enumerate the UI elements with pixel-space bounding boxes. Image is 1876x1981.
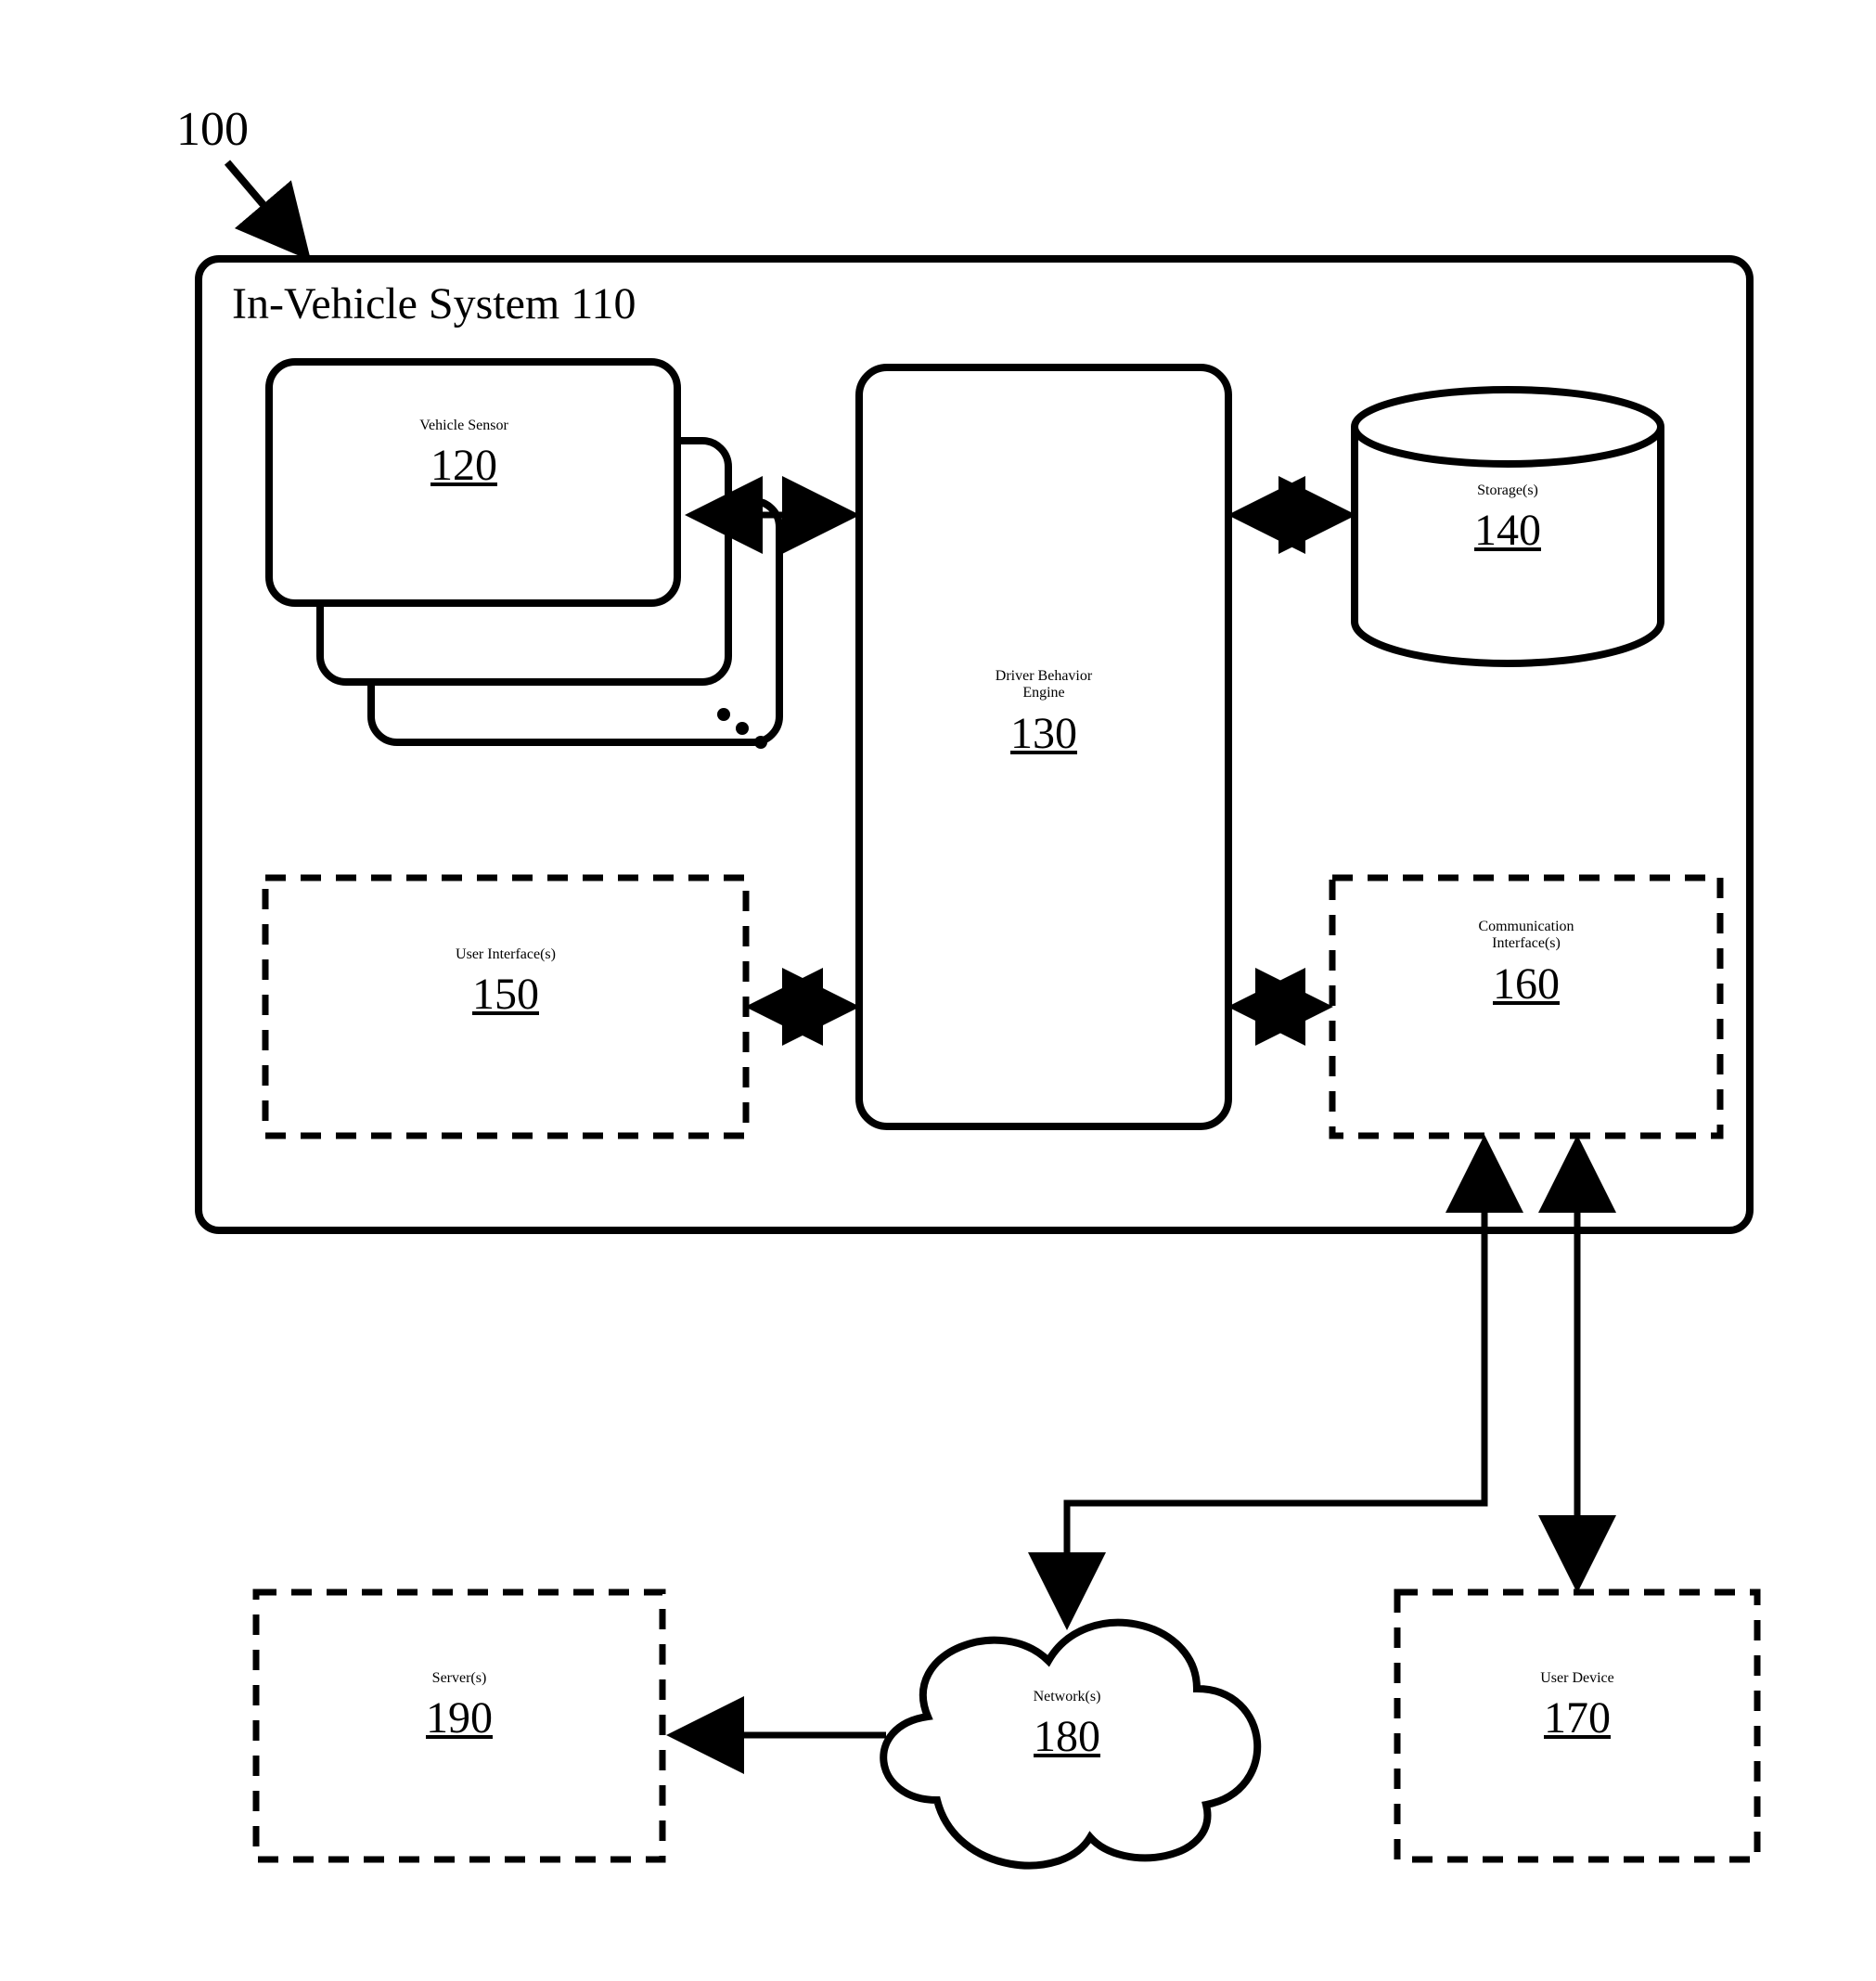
arrow-comm-network <box>1067 1141 1484 1624</box>
connectors-layer <box>0 0 1876 1981</box>
diagram-canvas: 100 In-Vehicle System 110 Vehicle Sensor… <box>0 0 1876 1981</box>
